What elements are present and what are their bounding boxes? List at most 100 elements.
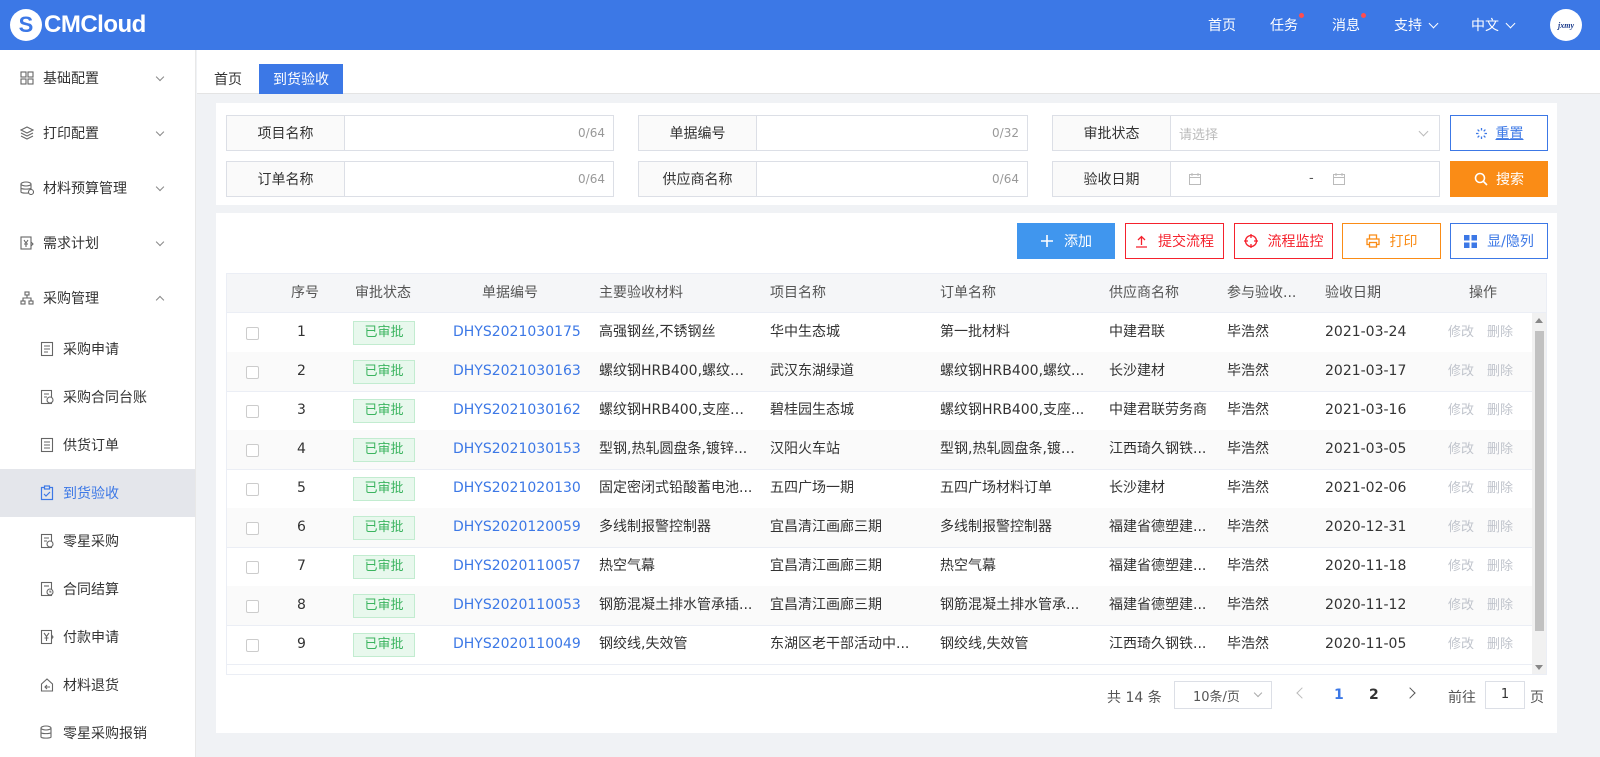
table-row[interactable]: 已审批 2 DHYS2021030163 螺纹钢HRB400,螺纹钢... 武汉东湖绿道… [227, 352, 1532, 392]
delete-link[interactable]: 删除 [1487, 430, 1513, 469]
sidebar-group-procurement[interactable]: 采购管理 [0, 270, 195, 325]
row-checkbox[interactable] [246, 483, 259, 496]
delete-link[interactable]: 删除 [1487, 625, 1513, 664]
print-button[interactable]: 打印 [1342, 223, 1441, 259]
page-2[interactable]: 2 [1369, 687, 1379, 703]
tab-arrival-acceptance[interactable]: 到货验收 [259, 64, 343, 94]
scroll-down-arrow[interactable] [1535, 665, 1543, 670]
page-size-select[interactable]: 10条/页 [1174, 681, 1272, 709]
topnav-language[interactable]: 中文 [1471, 15, 1516, 35]
sidebar-group-budget[interactable]: 材料预算管理 [0, 160, 195, 215]
row-checkbox[interactable] [246, 600, 259, 613]
delete-link[interactable]: 删除 [1487, 508, 1513, 547]
notification-dot [1361, 13, 1366, 18]
cell-doc-no[interactable]: DHYS2020110049 [453, 625, 581, 664]
delete-link[interactable]: 删除 [1487, 391, 1513, 430]
approval-status-select[interactable]: 请选择 [1171, 116, 1439, 150]
row-checkbox[interactable] [246, 522, 259, 535]
cell-doc-no[interactable]: DHYS2020120059 [453, 508, 581, 547]
cell-doc-no[interactable]: DHYS2021030153 [453, 430, 581, 469]
cell-participant: 毕浩然 [1227, 597, 1269, 613]
order-name-input[interactable]: 0/64 [345, 162, 613, 196]
table-row[interactable]: 已审批 8 DHYS2020110053 钢筋混凝土排水管承插... 宜昌清江画廊三期 钢… [227, 586, 1532, 626]
row-checkbox[interactable] [246, 327, 259, 340]
sidebar-item-material-return[interactable]: 材料退货 [0, 661, 195, 709]
scroll-up-arrow[interactable] [1535, 318, 1543, 323]
doc-no-input[interactable]: 0/32 [757, 116, 1027, 150]
row-checkbox[interactable] [246, 444, 259, 457]
cell-doc-no[interactable]: DHYS2021030175 [453, 313, 581, 352]
delete-link[interactable]: 删除 [1487, 469, 1513, 508]
sidebar-group-demand-plan[interactable]: 需求计划 [0, 215, 195, 270]
sidebar-item-label: 到货验收 [63, 486, 119, 502]
delete-link[interactable]: 删除 [1487, 586, 1513, 625]
sidebar-item-contract-settlement[interactable]: 合同结算 [0, 565, 195, 613]
toggle-columns-button[interactable]: 显/隐列 [1450, 223, 1548, 259]
delete-link[interactable]: 删除 [1487, 313, 1513, 352]
next-page-button[interactable] [1404, 687, 1416, 699]
table-row[interactable]: 已审批 7 DHYS2020110057 热空气幕 宜昌清江画廊三期 热空气幕 福建省德塑建… [227, 547, 1532, 587]
delete-link[interactable]: 删除 [1487, 547, 1513, 586]
supplier-name-input[interactable]: 0/64 [757, 162, 1027, 196]
cell-doc-no[interactable]: DHYS2020110057 [453, 547, 581, 586]
row-checkbox[interactable] [246, 561, 259, 574]
page-1[interactable]: 1 [1334, 687, 1344, 703]
accept-date-range[interactable]: - [1171, 162, 1439, 196]
project-name-input[interactable]: 0/64 [345, 116, 613, 150]
cell-doc-no[interactable]: DHYS2021030163 [453, 352, 581, 391]
cell-doc-no[interactable]: DHYS2021030162 [453, 391, 581, 430]
flow-monitor-button[interactable]: 流程监控 [1234, 223, 1333, 259]
database-icon [20, 180, 34, 195]
table-row[interactable]: 已审批 3 DHYS2021030162 螺纹钢HRB400,支座钢... 碧桂园生态城… [227, 391, 1532, 431]
topnav-support[interactable]: 支持 [1394, 15, 1439, 35]
sidebar-group-print-config[interactable]: 打印配置 [0, 105, 195, 160]
sidebar-group-basic-config[interactable]: 基础配置 [0, 50, 195, 105]
prev-page-button[interactable] [1296, 687, 1308, 699]
edit-link[interactable]: 修改 [1448, 508, 1474, 547]
sidebar-item-contract-ledger[interactable]: 采购合同台账 [0, 373, 195, 421]
search-button[interactable]: 搜索 [1450, 161, 1548, 197]
table-row[interactable]: 已审批 6 DHYS2020120059 多线制报警控制器 宜昌清江画廊三期 多线制报警控… [227, 508, 1532, 548]
cell-doc-no[interactable]: DHYS2020110053 [453, 586, 581, 625]
table-row[interactable]: 已审批 9 DHYS2020110049 钢绞线,失效管 东湖区老干部活动中... 钢绞线… [227, 625, 1532, 665]
row-checkbox[interactable] [246, 366, 259, 379]
row-checkbox[interactable] [246, 639, 259, 652]
cell-order: 型钢,热轧圆盘条,镀锌... [940, 441, 1086, 457]
sidebar-item-spot-reimbursement[interactable]: 零星采购报销 [0, 709, 195, 757]
sidebar-item-supply-order[interactable]: 供货订单 [0, 421, 195, 469]
sidebar-item-spot-purchase[interactable]: 零星采购 [0, 517, 195, 565]
plus-icon [1040, 234, 1054, 248]
sidebar-item-arrival-acceptance[interactable]: 到货验收 [0, 469, 195, 517]
table-row[interactable]: 已审批 4 DHYS2021030153 型钢,热轧圆盘条,镀锌... 汉阳火车站 型钢,… [227, 430, 1532, 470]
avatar[interactable]: jxmy [1550, 9, 1582, 41]
list-card: 添加 提交流程 流程监控 打印 显/隐列 序号 审批状态 单据编号 主要验收材料… [216, 213, 1557, 733]
edit-link[interactable]: 修改 [1448, 586, 1474, 625]
scroll-thumb[interactable] [1535, 331, 1544, 631]
submit-flow-button[interactable]: 提交流程 [1125, 223, 1224, 259]
add-button[interactable]: 添加 [1017, 223, 1115, 259]
topnav-home[interactable]: 首页 [1208, 15, 1236, 35]
edit-link[interactable]: 修改 [1448, 625, 1474, 664]
app-logo[interactable]: S CMCloud [10, 0, 146, 50]
print-label: 打印 [1389, 234, 1418, 250]
topnav-tasks[interactable]: 任务 [1270, 13, 1304, 35]
edit-link[interactable]: 修改 [1448, 469, 1474, 508]
reset-button[interactable]: 重置 [1450, 115, 1548, 151]
tab-home[interactable]: 首页 [209, 64, 247, 94]
edit-link[interactable]: 修改 [1448, 430, 1474, 469]
edit-link[interactable]: 修改 [1448, 352, 1474, 391]
edit-link[interactable]: 修改 [1448, 313, 1474, 352]
topnav-messages[interactable]: 消息 [1332, 13, 1366, 35]
cell-doc-no[interactable]: DHYS2021020130 [453, 469, 581, 508]
row-checkbox[interactable] [246, 405, 259, 418]
table-row[interactable]: 已审批 1 DHYS2021030175 高强钢丝,不锈钢丝 华中生态城 第一批材料 中建君… [227, 313, 1532, 353]
edit-link[interactable]: 修改 [1448, 391, 1474, 430]
goto-page-input[interactable]: 1 [1485, 681, 1525, 709]
status-badge: 已审批 [353, 516, 415, 540]
table-row[interactable]: 已审批 5 DHYS2021020130 固定密闭式铅酸蓄电池... 五四广场一期 五四广… [227, 469, 1532, 509]
edit-link[interactable]: 修改 [1448, 547, 1474, 586]
delete-link[interactable]: 删除 [1487, 352, 1513, 391]
sidebar-item-purchase-request[interactable]: 采购申请 [0, 325, 195, 373]
table-scrollbar[interactable] [1532, 313, 1546, 674]
sidebar-item-payment-request[interactable]: 付款申请 [0, 613, 195, 661]
